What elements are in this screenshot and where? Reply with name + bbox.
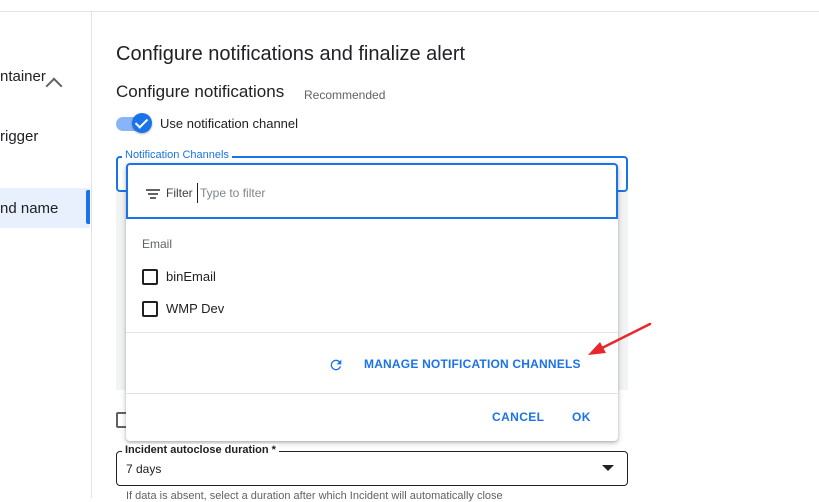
- channel-option-label: WMP Dev: [166, 301, 225, 316]
- section-title: Configure notifications: [116, 82, 285, 101]
- recommended-tag: Recommended: [304, 88, 386, 102]
- top-divider: [0, 11, 819, 12]
- page-title: Configure notifications and finalize ale…: [116, 43, 466, 65]
- sidebar-item-label: ntainer: [0, 68, 46, 85]
- filter-label: Filter: [166, 186, 193, 200]
- refresh-icon[interactable]: [328, 357, 344, 373]
- divider: [126, 393, 618, 394]
- annotation-arrow-icon: [588, 322, 652, 355]
- notification-channels-label: Notification Channels: [122, 149, 232, 161]
- sidebar-item-label: rigger: [0, 128, 39, 145]
- channel-option-label: binEmail: [166, 269, 216, 284]
- checkbox[interactable]: [142, 301, 158, 317]
- sidebar-item-trigger[interactable]: rigger: [0, 128, 38, 145]
- filter-field[interactable]: Filter: [126, 163, 618, 219]
- checkbox[interactable]: [142, 269, 158, 285]
- channel-option-wmp-dev[interactable]: WMP Dev: [142, 298, 342, 320]
- sidebar-item-container[interactable]: ntainer: [0, 68, 46, 85]
- sidebar-active-indicator: [86, 190, 90, 224]
- cancel-button[interactable]: CANCEL: [492, 410, 544, 424]
- filter-icon: [146, 189, 160, 201]
- sidebar-item-name[interactable]: nd name: [0, 200, 58, 217]
- sidebar-item-label: nd name: [0, 200, 59, 217]
- toggle-label: Use notification channel: [160, 116, 299, 131]
- incident-autoclose-helper: If data is absent, select a duration aft…: [126, 490, 503, 502]
- incident-autoclose-label: Incident autoclose duration *: [122, 444, 279, 456]
- incident-autoclose-select[interactable]: [116, 451, 628, 486]
- ok-button[interactable]: OK: [572, 410, 591, 424]
- notification-channels-dropdown: Filter Email binEmail WMP Dev MANAGE NOT…: [126, 163, 618, 441]
- manage-notification-channels-button[interactable]: MANAGE NOTIFICATION CHANNELS: [364, 357, 581, 371]
- channel-option-binemail[interactable]: binEmail: [142, 266, 342, 288]
- filter-input[interactable]: [197, 183, 450, 203]
- incident-autoclose-value: 7 days: [126, 462, 162, 476]
- dropdown-arrow-icon[interactable]: [602, 465, 614, 471]
- divider: [126, 332, 618, 333]
- email-group-label: Email: [142, 237, 173, 251]
